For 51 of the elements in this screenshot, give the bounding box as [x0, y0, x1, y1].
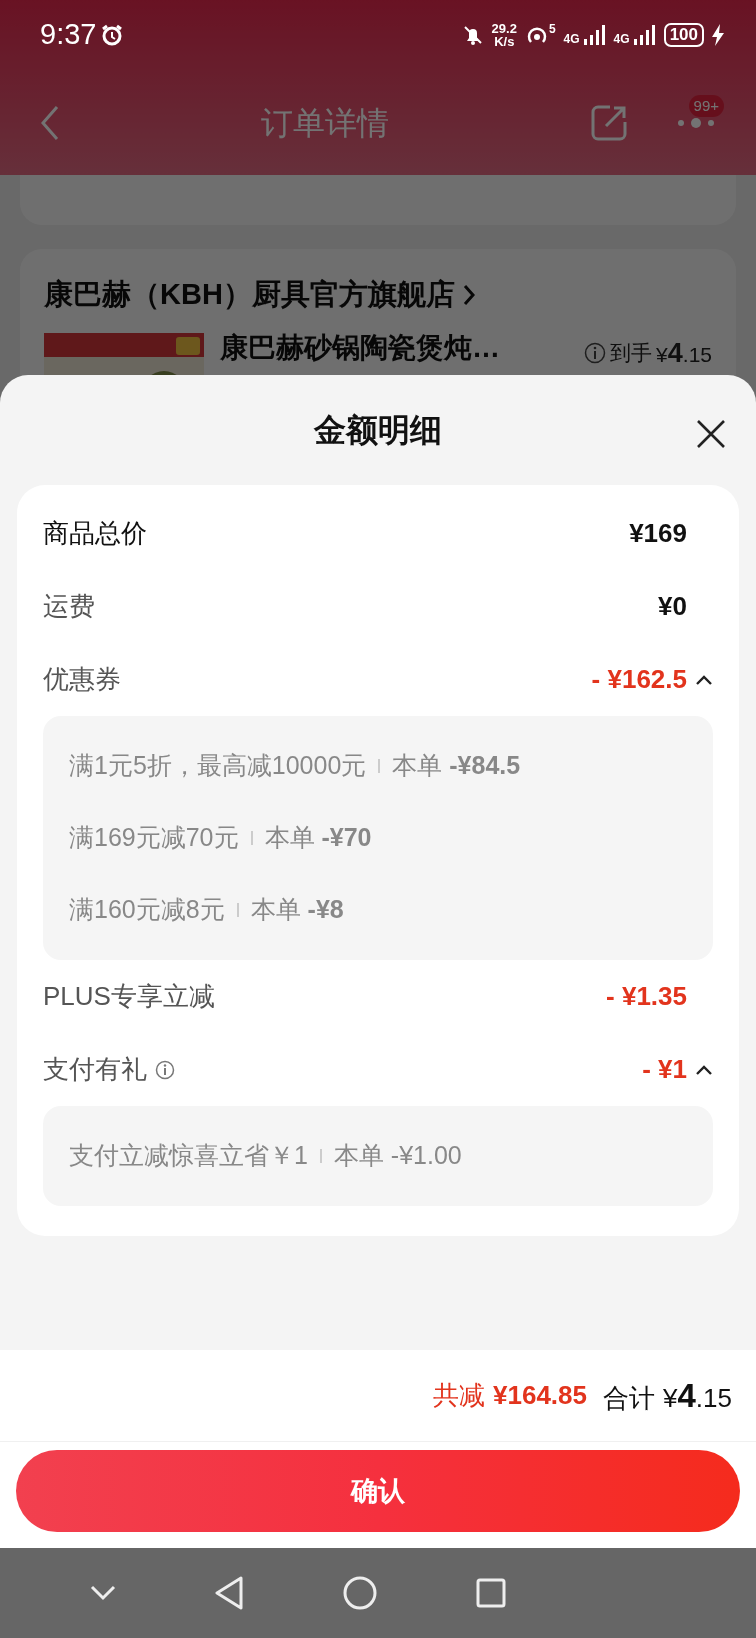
recents-square-icon[interactable] — [476, 1578, 507, 1608]
total-label: 合计 — [603, 1381, 655, 1415]
home-circle-icon[interactable] — [342, 1576, 377, 1610]
store-name[interactable]: 康巴赫（KBH）厨具官方旗舰店 — [44, 273, 455, 317]
battery-level: 100 — [663, 23, 704, 47]
discount-amount: 本单 -¥1.00 — [333, 1140, 462, 1172]
discount-condition: 满169元减70元 — [69, 822, 239, 854]
total-amount: ¥4.15 — [663, 1375, 732, 1416]
row-amount: ¥169 — [629, 517, 687, 550]
info-icon — [584, 341, 607, 364]
row-amount: - ¥162.5 — [591, 663, 687, 696]
mute-bell-icon — [461, 24, 484, 46]
close-icon[interactable] — [696, 419, 726, 449]
sheet-title: 金额明细 — [314, 411, 442, 450]
chevron-up-icon[interactable] — [695, 673, 713, 686]
network-type: 4G — [613, 33, 630, 45]
chevron-down-icon[interactable] — [89, 1585, 116, 1601]
chevron-up-icon[interactable] — [695, 1063, 713, 1076]
signal-icon — [633, 25, 656, 45]
discount-amount: 本单 -¥8 — [250, 894, 344, 926]
discount-condition: 满160元减8元 — [69, 894, 225, 926]
discount-amount: 本单 -¥70 — [264, 822, 372, 854]
discount-condition: 支付立减惊喜立省￥1 — [69, 1140, 308, 1172]
product-name[interactable]: 康巴赫砂锅陶瓷煲炖… — [220, 332, 569, 364]
confirm-button[interactable]: 确认 — [16, 1450, 740, 1532]
back-triangle-icon[interactable] — [215, 1576, 244, 1610]
price-label: 到手 — [610, 340, 653, 366]
row-label: 支付有礼 — [43, 1053, 147, 1086]
row-label: PLUS专享立减 — [43, 980, 215, 1013]
net-speed-value: 29.2 — [491, 22, 517, 35]
product-price: ¥4.15 — [656, 336, 712, 370]
row-label: 优惠券 — [43, 663, 121, 696]
net-speed-unit: K/s — [493, 35, 516, 48]
row-amount: - ¥1.35 — [606, 980, 687, 1013]
chevron-right-icon — [462, 283, 475, 306]
row-amount: - ¥1 — [642, 1053, 687, 1086]
clock-time: 9:37 — [40, 17, 97, 53]
saved-amount: ¥164.85 — [493, 1379, 587, 1412]
row-amount: ¥0 — [658, 590, 687, 623]
row-label: 商品总价 — [43, 517, 147, 550]
saved-label: 共减 — [433, 1379, 486, 1412]
page-title: 订单详情 — [261, 103, 389, 143]
discount-condition: 满1元5折，最高减10000元 — [69, 750, 367, 782]
more-icon[interactable] — [676, 116, 716, 129]
row-label: 运费 — [43, 590, 95, 623]
hotspot-count: 5 — [548, 23, 556, 35]
discount-amount: 本单 -¥84.5 — [392, 750, 521, 782]
notification-badge: 99+ — [688, 94, 724, 117]
signal-icon — [583, 25, 606, 45]
network-type: 4G — [563, 33, 580, 45]
charging-icon — [712, 24, 724, 46]
